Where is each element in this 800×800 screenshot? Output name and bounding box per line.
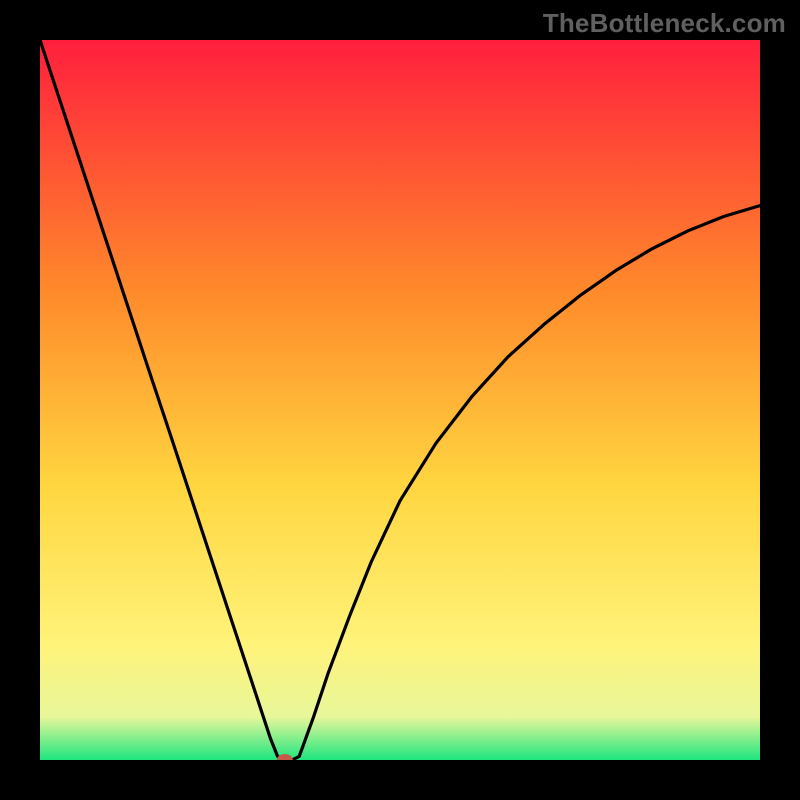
watermark-text: TheBottleneck.com	[543, 8, 786, 39]
plot-background	[40, 40, 760, 760]
bottleneck-chart	[40, 40, 760, 760]
chart-container: TheBottleneck.com	[0, 0, 800, 800]
